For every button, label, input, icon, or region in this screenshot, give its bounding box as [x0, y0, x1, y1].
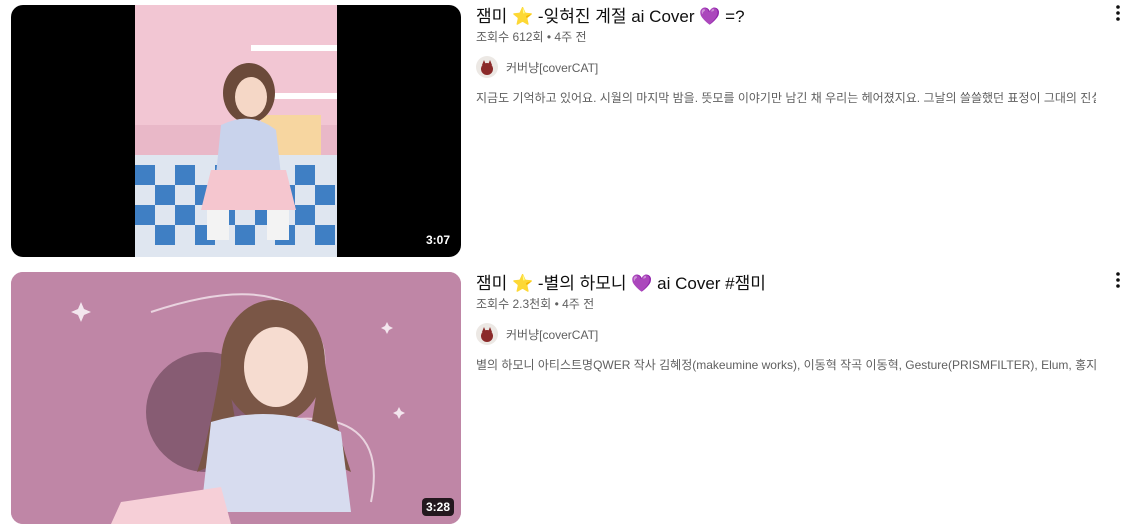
title-text: 잼미	[476, 7, 508, 26]
video-thumbnail[interactable]: 3:07	[11, 5, 461, 257]
more-vert-icon[interactable]	[1108, 268, 1128, 292]
thumbnail-image	[11, 272, 461, 524]
channel-name[interactable]: 커버냥[coverCAT]	[506, 326, 598, 343]
video-metadata: 조회수 612회 • 4주 전	[476, 28, 587, 45]
video-duration: 3:28	[421, 498, 454, 516]
title-text: 잼미	[476, 274, 508, 293]
view-count: 조회수 2.3천회	[476, 297, 552, 311]
video-description: 지금도 기억하고 있어요. 시월의 마지막 밤을. 뜻모를 이야기만 남긴 채 …	[476, 91, 1096, 105]
meta-separator: •	[546, 30, 552, 44]
video-description: 별의 하모니 아티스트명QWER 작사 김혜정(makeumine works)…	[476, 358, 1096, 372]
video-metadata: 조회수 2.3천회 • 4주 전	[476, 295, 594, 312]
star-emoji-icon: ⭐	[512, 274, 534, 294]
title-text: -잊혀진 계절 ai Cover	[537, 7, 695, 26]
title-text: -별의 하모니	[537, 274, 632, 293]
title-text: =?	[725, 7, 745, 26]
cat-avatar-icon	[481, 327, 493, 342]
thumbnail-image	[135, 5, 337, 257]
meta-separator: •	[554, 297, 559, 311]
channel-avatar[interactable]	[476, 56, 498, 78]
video-title[interactable]: 잼미 ⭐ -잊혀진 계절 ai Cover 💜 =?	[476, 6, 745, 28]
video-row: 3:28 잼미 ⭐ -별의 하모니 💜 ai Cover #잼미 조회수 2.3…	[0, 267, 1132, 529]
upload-age: 4주 전	[554, 30, 587, 44]
channel-avatar[interactable]	[476, 323, 498, 345]
more-vert-icon[interactable]	[1108, 1, 1128, 25]
star-emoji-icon: ⭐	[512, 7, 534, 27]
purple-heart-emoji-icon: 💜	[631, 274, 653, 294]
video-title[interactable]: 잼미 ⭐ -별의 하모니 💜 ai Cover #잼미	[476, 273, 766, 295]
title-text: ai Cover #잼미	[657, 274, 766, 293]
cat-avatar-icon	[481, 60, 493, 75]
upload-age: 4주 전	[562, 297, 595, 311]
purple-heart-emoji-icon: 💜	[699, 7, 721, 27]
channel-link[interactable]: 커버냥[coverCAT]	[476, 322, 598, 346]
channel-link[interactable]: 커버냥[coverCAT]	[476, 55, 598, 79]
video-duration: 3:07	[421, 231, 454, 249]
view-count: 조회수 612회	[476, 30, 544, 44]
channel-name[interactable]: 커버냥[coverCAT]	[506, 59, 598, 76]
video-thumbnail[interactable]: 3:28	[11, 272, 461, 524]
video-row: 3:07 잼미 ⭐ -잊혀진 계절 ai Cover 💜 =? 조회수 612회…	[0, 0, 1132, 265]
